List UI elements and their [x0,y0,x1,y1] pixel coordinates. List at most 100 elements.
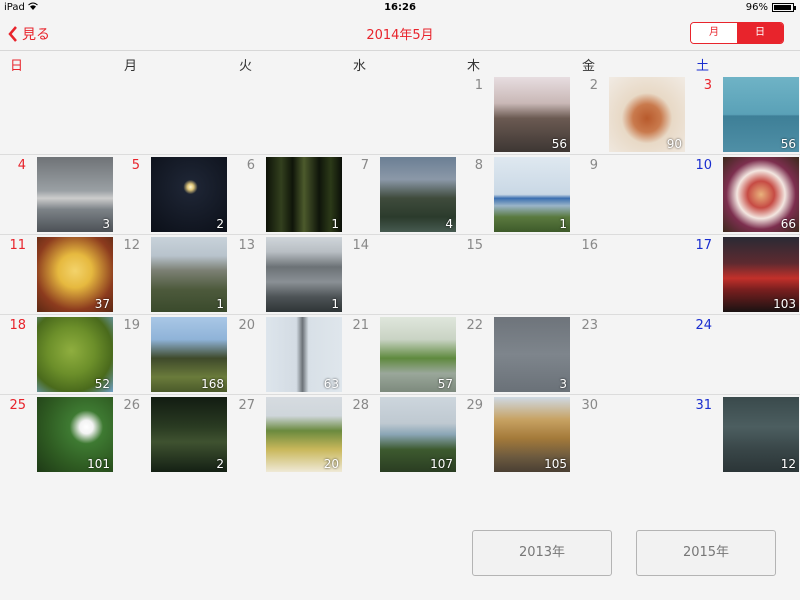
photo-count: 105 [544,457,567,471]
photo-count: 3 [559,377,567,391]
photo-thumbnail[interactable]: 56 [494,77,570,152]
back-label: 見る [22,27,50,43]
day-number: 4 [17,158,26,173]
day-cell[interactable]: 3 56 [686,75,800,154]
photo-count: 56 [780,137,796,151]
day-cell[interactable]: 30 [572,395,686,474]
day-number: 26 [123,398,140,413]
tab-day[interactable]: 日 [737,23,783,43]
day-cell[interactable]: 12 1 [114,235,228,314]
photo-count: 63 [323,377,339,391]
photo-thumbnail[interactable]: 101 [37,397,113,472]
day-number: 5 [131,158,140,173]
day-cell[interactable]: 26 2 [114,395,228,474]
day-cell[interactable]: 24 [686,315,800,394]
photo-count: 2 [216,217,224,231]
photo-count: 1 [559,217,567,231]
photo-thumbnail[interactable]: 1 [266,157,342,232]
photo-count: 1 [216,297,224,311]
day-cell[interactable]: 2 90 [572,75,686,154]
photo-thumbnail[interactable]: 3 [494,317,570,392]
photo-thumbnail[interactable]: 12 [723,397,799,472]
prev-year-button[interactable]: 2013年 [472,530,612,576]
photo-count: 20 [323,457,339,471]
status-time: 16:26 [384,2,416,13]
weekday-label: 土 [696,59,710,74]
photo-thumbnail[interactable]: 1 [151,237,227,312]
day-number: 9 [589,158,598,173]
photo-thumbnail[interactable]: 66 [723,157,799,232]
day-cell[interactable]: 9 [572,155,686,234]
day-cell[interactable]: 1 56 [457,75,571,154]
day-cell[interactable]: 61 [229,155,343,234]
day-number: 17 [695,238,712,253]
photo-thumbnail[interactable]: 52 [37,317,113,392]
photo-thumbnail[interactable]: 103 [723,237,799,312]
back-button[interactable]: 見る [8,24,50,44]
day-cell[interactable]: 31 12 [686,395,800,474]
photo-thumbnail[interactable]: 90 [609,77,685,152]
day-cell[interactable]: 15 [457,235,571,314]
photo-thumbnail[interactable]: 37 [37,237,113,312]
day-cell[interactable]: 25 101 [0,395,114,474]
day-number: 27 [238,398,255,413]
photo-count: 66 [780,217,796,231]
chevron-left-icon [8,26,17,42]
day-number: 28 [352,398,369,413]
photo-count: 107 [430,457,453,471]
day-number: 24 [695,318,712,333]
next-year-button[interactable]: 2015年 [636,530,776,576]
battery-percent: 96% [745,2,768,13]
day-number: 12 [123,238,140,253]
day-number: 7 [360,158,369,173]
day-number: 23 [581,318,598,333]
photo-thumbnail[interactable]: 2 [151,157,227,232]
day-cell[interactable]: 20 63 [229,315,343,394]
day-cell[interactable]: 43 [0,155,114,234]
photo-thumbnail[interactable]: 56 [723,77,799,152]
photo-count: 3 [102,217,110,231]
photo-thumbnail[interactable]: 63 [266,317,342,392]
day-cell[interactable]: 18 52 [0,315,114,394]
day-cell[interactable]: 74 [343,155,457,234]
day-number: 16 [581,238,598,253]
page-title: 2014年5月 [366,28,434,43]
day-cell[interactable]: 81 [457,155,571,234]
day-cell[interactable]: 22 3 [457,315,571,394]
day-cell[interactable]: 13 1 [229,235,343,314]
day-number: 21 [352,318,369,333]
day-cell[interactable]: 14 [343,235,457,314]
photo-thumbnail[interactable]: 3 [37,157,113,232]
weekday-label: 月 [124,59,138,74]
photo-thumbnail[interactable]: 107 [380,397,456,472]
photo-thumbnail[interactable]: 168 [151,317,227,392]
photo-count: 56 [551,137,567,151]
photo-thumbnail[interactable]: 4 [380,157,456,232]
day-cell[interactable]: 17 103 [686,235,800,314]
photo-thumbnail[interactable]: 57 [380,317,456,392]
photo-count: 103 [773,297,796,311]
photo-thumbnail[interactable]: 1 [266,237,342,312]
weekday-label: 水 [353,59,367,74]
day-cell[interactable]: 21 57 [343,315,457,394]
day-cell[interactable]: 11 37 [0,235,114,314]
day-number: 1 [474,78,483,93]
day-cell[interactable]: 16 [572,235,686,314]
day-cell[interactable]: 19 168 [114,315,228,394]
day-cell[interactable]: 27 20 [229,395,343,474]
photo-thumbnail[interactable]: 20 [266,397,342,472]
status-bar: iPad 16:26 96% [0,0,800,16]
day-cell[interactable]: 10 66 [686,155,800,234]
day-cell[interactable]: 29 105 [457,395,571,474]
day-cell[interactable]: 28 107 [343,395,457,474]
tab-month[interactable]: 月 [691,23,737,43]
photo-thumbnail[interactable]: 2 [151,397,227,472]
day-number: 8 [474,158,483,173]
photo-thumbnail[interactable]: 1 [494,157,570,232]
day-number: 19 [123,318,140,333]
photo-thumbnail[interactable]: 105 [494,397,570,472]
day-cell[interactable]: 23 [572,315,686,394]
day-number: 15 [466,238,483,253]
photo-count: 1 [331,217,339,231]
day-cell[interactable]: 52 [114,155,228,234]
